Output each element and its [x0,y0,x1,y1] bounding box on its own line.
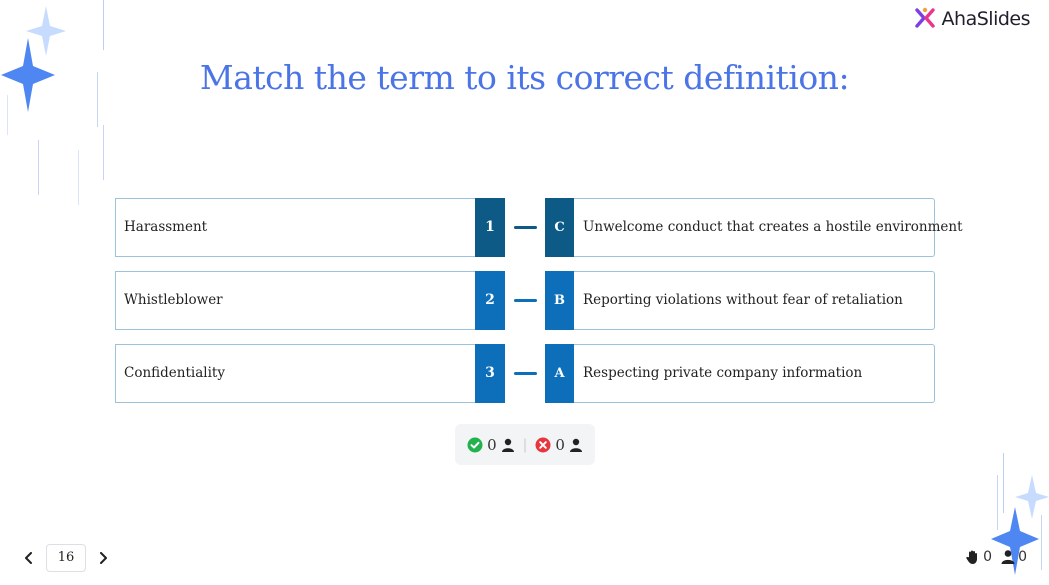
incorrect-stat: 0 [535,436,583,454]
audience-icon [1001,550,1015,564]
user-icon [501,438,514,452]
brand-name: AhaSlides [941,8,1031,30]
term-label: Whistleblower [124,292,223,308]
response-stats: 0 | 0 [455,424,595,465]
raised-hands-counter[interactable]: 0 [965,549,992,565]
sparkle-icon [1,0,104,205]
term-label: Harassment [124,219,208,235]
match-connector [514,299,537,302]
previous-slide-button[interactable] [20,544,38,572]
raised-hand-icon [966,550,978,564]
match-connector [514,226,537,229]
term-card: Harassment [115,198,476,257]
term-number-badge: 2 [475,271,505,330]
correct-count: 0 [487,435,497,454]
slide-number[interactable]: 16 [46,544,86,572]
chevron-left-icon [25,552,32,564]
slide-title: Match the term to its correct definition… [199,58,850,97]
definition-card: Reporting violations without fear of ret… [574,271,935,330]
next-slide-button[interactable] [94,544,112,572]
x-circle-icon [535,437,551,452]
term-number-badge: 3 [475,344,505,403]
definition-label: Unwelcome conduct that creates a hostile… [583,219,963,235]
definition-card: Unwelcome conduct that creates a hostile… [574,198,963,257]
definition-label: Reporting violations without fear of ret… [583,292,903,308]
user-icon [569,438,582,452]
term-label: Confidentiality [124,365,225,381]
definition-label: Respecting private company information [583,365,863,381]
incorrect-count: 0 [555,435,565,454]
match-row: Harassment 1 C Unwelcome conduct that cr… [115,198,963,257]
definition-letter-badge: C [545,198,574,257]
correct-stat: 0 [467,436,515,454]
definition-letter-badge: A [545,344,574,403]
definition-card: Respecting private company information [574,344,935,403]
chevron-right-icon [100,552,107,564]
term-card: Confidentiality [115,344,476,403]
stats-separator: | [522,436,528,453]
raised-hands-count: 0 [983,549,993,565]
ahaslides-logo-icon [914,7,935,28]
match-connector [514,372,537,375]
audience-count: 0 [1018,549,1027,565]
check-circle-icon [467,437,483,452]
audience-counter[interactable]: 0 [1000,549,1027,565]
slide-pager: 16 [20,544,112,572]
audience-counters: 0 0 [965,549,1027,565]
match-row: Whistleblower 2 B Reporting violations w… [115,271,935,330]
term-number-badge: 1 [475,198,505,257]
term-card: Whistleblower [115,271,476,330]
definition-letter-badge: B [545,271,574,330]
brand-logo: AhaSlides [912,6,1031,32]
match-row: Confidentiality 3 A Respecting private c… [115,344,935,403]
